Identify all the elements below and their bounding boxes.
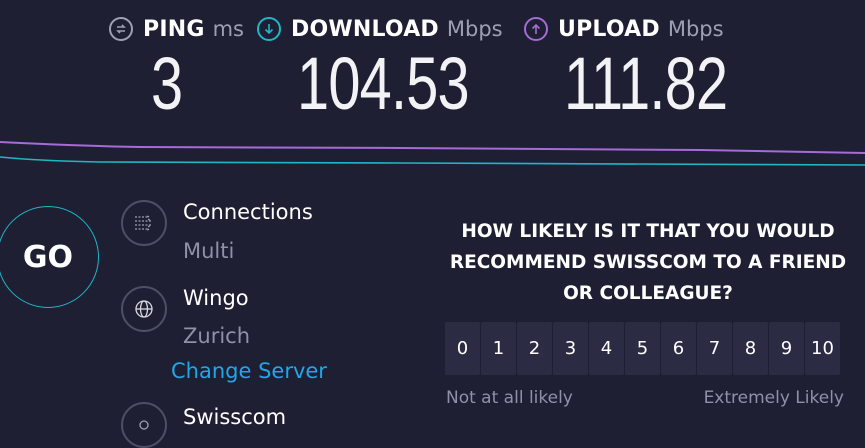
upload-unit: Mbps <box>667 17 724 41</box>
survey-question-line: HOW LIKELY IS IT THAT YOU WOULD <box>461 221 835 242</box>
user-icon <box>121 402 167 448</box>
low-scale-label: Not at all likely <box>446 388 573 408</box>
ping-value: 3 <box>151 42 183 125</box>
ping-label: PING <box>143 16 205 42</box>
upload-value: 111.82 <box>564 42 728 125</box>
connections-icon <box>121 200 167 246</box>
speed-graph <box>0 141 865 166</box>
download-label: DOWNLOAD <box>291 16 439 42</box>
connections-label: Connections <box>183 200 313 224</box>
download-value: 104.53 <box>297 42 470 125</box>
download-unit: Mbps <box>446 17 503 41</box>
survey-question: HOW LIKELY IS IT THAT YOU WOULD RECOMMEN… <box>430 216 865 309</box>
nps-option-10[interactable]: 10 <box>805 322 840 375</box>
ping-unit: ms <box>212 17 244 41</box>
nps-option-0[interactable]: 0 <box>445 322 480 375</box>
globe-icon <box>121 286 167 332</box>
nps-option-4[interactable]: 4 <box>589 322 624 375</box>
server-name: Wingo <box>183 286 249 310</box>
ping-header: PING ms <box>109 12 244 46</box>
provider-name: Swisscom <box>183 405 287 429</box>
server-location: Zurich <box>183 324 251 348</box>
nps-option-7[interactable]: 7 <box>697 322 732 375</box>
ping-icon <box>109 17 133 41</box>
survey-question-line: RECOMMEND SWISSCOM TO A FRIEND <box>449 252 847 273</box>
download-arrow-icon <box>257 17 281 41</box>
nps-option-6[interactable]: 6 <box>661 322 696 375</box>
upload-graph-line <box>0 141 865 154</box>
nps-option-1[interactable]: 1 <box>481 322 516 375</box>
download-header: DOWNLOAD Mbps <box>257 12 503 46</box>
nps-option-2[interactable]: 2 <box>517 322 552 375</box>
upload-header: UPLOAD Mbps <box>524 12 724 46</box>
change-server-link[interactable]: Change Server <box>171 359 327 383</box>
upload-arrow-icon <box>524 17 548 41</box>
nps-option-8[interactable]: 8 <box>733 322 768 375</box>
nps-option-9[interactable]: 9 <box>769 322 804 375</box>
survey-question-line: OR COLLEAGUE? <box>563 283 733 304</box>
nps-scale: 0 1 2 3 4 5 6 7 8 9 10 <box>445 322 840 375</box>
nps-option-5[interactable]: 5 <box>625 322 660 375</box>
upload-label: UPLOAD <box>558 16 660 42</box>
high-scale-label: Extremely Likely <box>703 388 844 408</box>
download-graph-line <box>0 156 865 166</box>
nps-option-3[interactable]: 3 <box>553 322 588 375</box>
go-button[interactable]: GO <box>0 206 99 308</box>
connections-value: Multi <box>183 239 235 263</box>
